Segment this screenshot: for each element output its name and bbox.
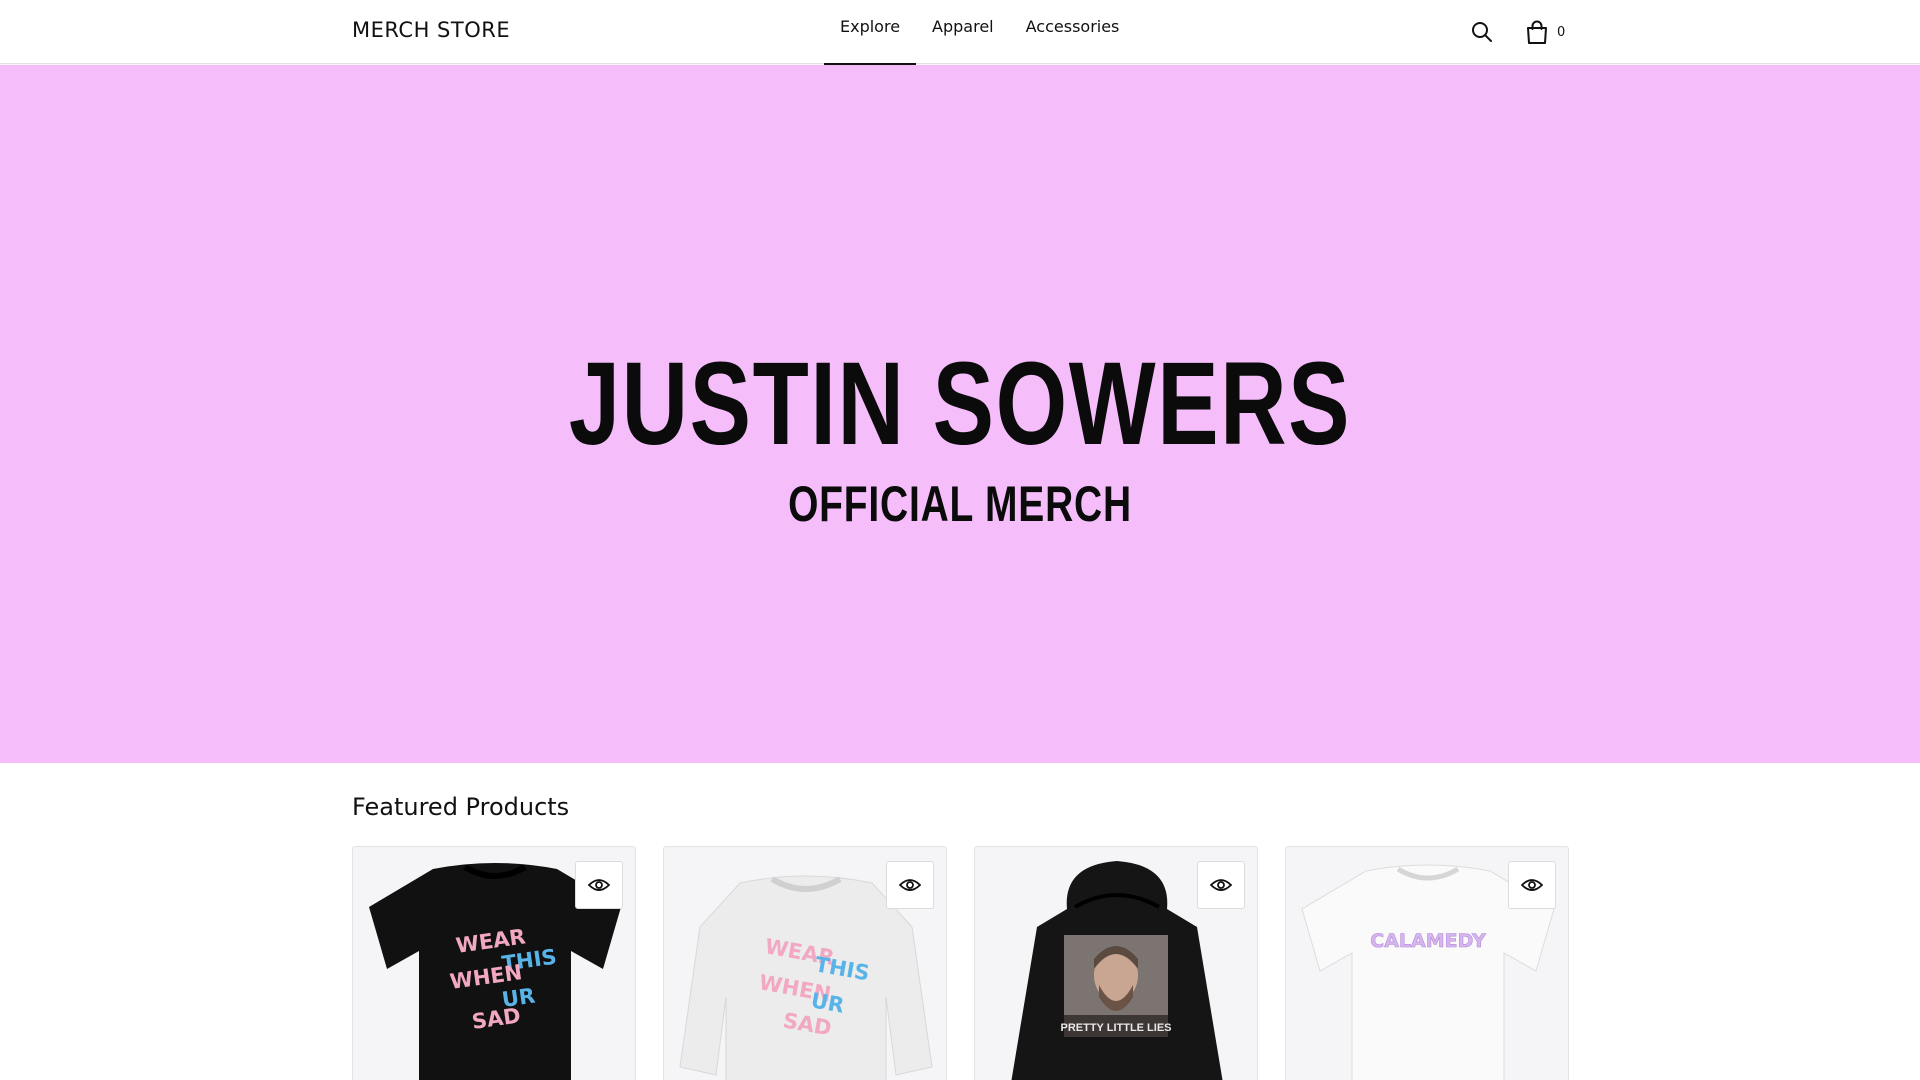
- eye-icon: [899, 879, 921, 891]
- eye-icon: [1210, 879, 1232, 891]
- search-button[interactable]: [1470, 20, 1494, 44]
- product-card[interactable]: WEAR THIS WHEN UR SAD: [352, 846, 636, 1080]
- eye-icon: [1521, 879, 1543, 891]
- featured-products-heading: Featured Products: [352, 793, 570, 821]
- brand-logo[interactable]: MERCH STORE: [352, 18, 510, 42]
- main-nav: Explore Apparel Accessories: [824, 0, 1136, 65]
- quick-view-button[interactable]: [886, 861, 934, 909]
- hero-title: JUSTIN SOWERS: [568, 338, 1352, 470]
- hero-subtitle: OFFICIAL MERCH: [788, 476, 1132, 532]
- nav-item-apparel[interactable]: Apparel: [916, 0, 1010, 64]
- shopping-bag-icon: [1527, 20, 1547, 44]
- product-grid: WEAR THIS WHEN UR SAD WEAR THIS WHEN UR …: [352, 846, 1569, 1080]
- quick-view-button[interactable]: [1197, 861, 1245, 909]
- site-header: MERCH STORE Explore Apparel Accessories …: [0, 0, 1920, 65]
- cart-button[interactable]: 0: [1526, 19, 1565, 45]
- hero-banner: JUSTIN SOWERS OFFICIAL MERCH: [0, 65, 1920, 763]
- print-text: PRETTY LITTLE LIES: [1060, 1022, 1171, 1034]
- product-card[interactable]: WEAR THIS WHEN UR SAD: [663, 846, 947, 1080]
- cart-count: 0: [1557, 24, 1566, 40]
- quick-view-button[interactable]: [1508, 861, 1556, 909]
- product-card[interactable]: PRETTY LITTLE LIES: [974, 846, 1258, 1080]
- print-text: CALAMEDY: [1370, 930, 1486, 952]
- search-icon: [1472, 22, 1492, 42]
- nav-item-accessories[interactable]: Accessories: [1010, 0, 1136, 64]
- nav-item-explore[interactable]: Explore: [824, 0, 917, 65]
- eye-icon: [588, 879, 610, 891]
- quick-view-button[interactable]: [575, 861, 623, 909]
- product-card[interactable]: CALAMEDY: [1285, 846, 1569, 1080]
